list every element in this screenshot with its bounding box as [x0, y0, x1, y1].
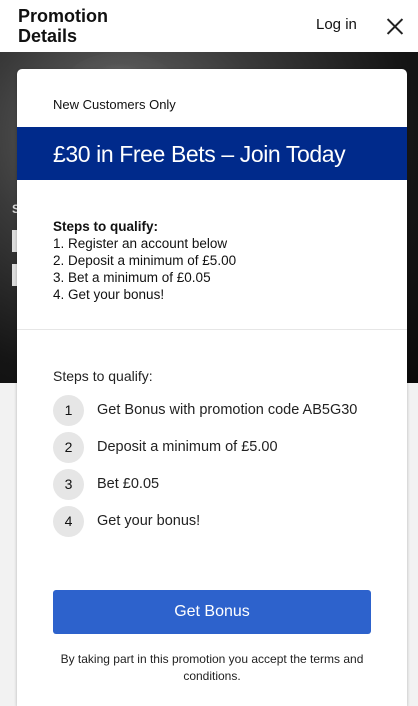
summary-title: Steps to qualify:	[53, 219, 159, 234]
summary-line: 2. Deposit a minimum of £5.00	[53, 253, 237, 268]
step-text: Get Bonus with promotion code AB5G30	[97, 402, 358, 418]
qualify-summary: Steps to qualify: 1. Register an account…	[53, 218, 236, 303]
step-number-badge: 4	[53, 506, 84, 537]
headline-banner: £30 in Free Bets – Join Today	[17, 127, 407, 180]
step-number-badge: 2	[53, 432, 84, 463]
step-item: 2 Deposit a minimum of £5.00	[53, 432, 383, 469]
step-number-badge: 3	[53, 469, 84, 500]
steps-title: Steps to qualify:	[53, 368, 153, 384]
summary-line: 1. Register an account below	[53, 236, 228, 251]
top-header: Promotion Details Log in	[0, 0, 418, 52]
step-item: 3 Bet £0.05	[53, 469, 383, 506]
get-bonus-button[interactable]: Get Bonus	[53, 590, 371, 634]
summary-line: 3. Bet a minimum of £0.05	[53, 270, 211, 285]
promotion-headline: £30 in Free Bets – Join Today	[53, 141, 346, 167]
step-item: 1 Get Bonus with promotion code AB5G30	[53, 395, 383, 432]
step-text: Bet £0.05	[97, 476, 160, 492]
eligibility-label: New Customers Only	[53, 97, 176, 112]
login-link[interactable]: Log in	[316, 16, 357, 33]
step-number-badge: 1	[53, 395, 84, 426]
summary-line: 4. Get your bonus!	[53, 287, 165, 302]
promotion-card: New Customers Only £30 in Free Bets – Jo…	[17, 69, 407, 706]
page-title: Promotion Details	[18, 6, 108, 46]
steps-list: 1 Get Bonus with promotion code AB5G30 2…	[53, 395, 383, 543]
close-icon[interactable]	[386, 17, 404, 35]
section-divider	[17, 329, 407, 330]
step-item: 4 Get your bonus!	[53, 506, 383, 543]
step-text: Get your bonus!	[97, 513, 201, 529]
terms-notice: By taking part in this promotion you acc…	[60, 652, 364, 683]
step-text: Deposit a minimum of £5.00	[97, 439, 278, 455]
